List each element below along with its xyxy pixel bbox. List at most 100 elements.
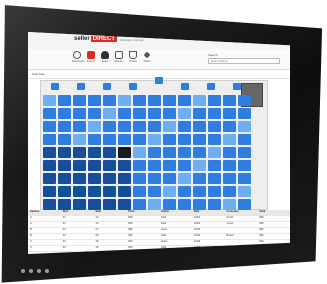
seat-cell[interactable] <box>238 173 251 184</box>
tool-admin-button[interactable]: Admin <box>142 51 152 67</box>
seat-cell[interactable] <box>73 160 86 171</box>
seat-cell[interactable] <box>118 95 131 106</box>
seat-cell[interactable] <box>43 173 56 184</box>
seat-cell[interactable] <box>178 173 191 184</box>
seat-header-cell[interactable] <box>233 83 241 90</box>
seat-cell[interactable] <box>163 173 176 184</box>
seat-cell[interactable] <box>43 186 56 197</box>
seat-cell[interactable] <box>73 121 86 132</box>
seat-cell[interactable] <box>163 121 176 132</box>
seat-header-cell[interactable] <box>103 83 111 90</box>
seat-cell[interactable] <box>148 95 161 106</box>
seat-cell[interactable] <box>88 108 101 119</box>
seat-cell[interactable] <box>223 108 236 119</box>
seat-cell[interactable] <box>58 173 71 184</box>
tool-reports-button[interactable]: Reports <box>114 51 124 67</box>
seat-cell[interactable] <box>133 108 146 119</box>
seat-cell[interactable] <box>193 147 206 158</box>
seat-cell[interactable] <box>73 186 86 197</box>
seat-cell[interactable] <box>103 186 116 197</box>
tool-orders-button[interactable]: Orders <box>128 51 138 67</box>
seat-cell[interactable] <box>88 147 101 158</box>
seat-cell[interactable] <box>193 199 206 210</box>
seat-cell[interactable] <box>103 199 116 210</box>
seat-header-cell[interactable] <box>207 83 215 90</box>
seat-cell[interactable] <box>58 147 71 158</box>
seat-cell[interactable] <box>118 173 131 184</box>
seat-cell[interactable] <box>58 121 71 132</box>
seat-cell[interactable] <box>148 147 161 158</box>
seat-cell[interactable] <box>148 134 161 145</box>
seat-cell[interactable] <box>88 186 101 197</box>
column-header[interactable]: Seat <box>94 210 127 215</box>
seat-cell[interactable] <box>193 95 206 106</box>
seat-cell[interactable] <box>73 147 86 158</box>
seat-cell[interactable] <box>238 199 251 210</box>
seat-cell[interactable] <box>193 121 206 132</box>
tool-seats-button[interactable]: Seats <box>100 51 110 67</box>
seat-cell[interactable] <box>103 108 116 119</box>
seat-cell[interactable] <box>118 134 131 145</box>
seat-cell[interactable] <box>148 199 161 210</box>
seat-cell[interactable] <box>223 147 236 158</box>
seat-cell[interactable] <box>103 95 116 106</box>
menu-button[interactable] <box>29 269 33 273</box>
column-header[interactable]: Total <box>257 210 290 215</box>
seat-cell[interactable] <box>133 147 146 158</box>
seat-cell[interactable] <box>88 121 101 132</box>
seat-cell[interactable] <box>103 134 116 145</box>
search-input[interactable]: Event Name <box>208 58 280 64</box>
seat-cell[interactable] <box>133 160 146 171</box>
seat-cell[interactable] <box>133 173 146 184</box>
seat-cell[interactable] <box>43 147 56 158</box>
seat-cell[interactable] <box>238 186 251 197</box>
seat-cell[interactable] <box>163 95 176 106</box>
seat-header-cell[interactable] <box>129 83 137 90</box>
seat-cell[interactable] <box>148 160 161 171</box>
seat-cell[interactable] <box>163 186 176 197</box>
seat-cell[interactable] <box>208 199 221 210</box>
column-header[interactable]: Status <box>159 210 192 215</box>
seat-cell[interactable] <box>103 121 116 132</box>
seat-cell[interactable] <box>223 121 236 132</box>
column-header[interactable]: Customer <box>225 210 258 215</box>
seat-cell[interactable] <box>133 95 146 106</box>
seat-cell[interactable] <box>88 160 101 171</box>
seat-cell[interactable] <box>88 134 101 145</box>
seat-cell[interactable] <box>178 108 191 119</box>
seat-cell[interactable] <box>148 108 161 119</box>
seat-cell[interactable] <box>208 173 221 184</box>
seat-cell[interactable] <box>193 108 206 119</box>
seat-cell[interactable] <box>118 147 131 158</box>
input-button[interactable] <box>45 269 49 273</box>
power-button[interactable] <box>21 269 25 273</box>
seat-cell[interactable] <box>238 134 251 145</box>
seat-cell[interactable] <box>58 199 71 210</box>
seat-cell[interactable] <box>88 95 101 106</box>
seat-cell[interactable] <box>193 160 206 171</box>
seat-cell[interactable] <box>178 160 191 171</box>
seat-cell[interactable] <box>238 160 251 171</box>
seat-cell[interactable] <box>58 95 71 106</box>
seat-cell[interactable] <box>58 160 71 171</box>
seat-cell[interactable] <box>178 121 191 132</box>
seat-cell[interactable] <box>88 199 101 210</box>
seat-cell[interactable] <box>73 173 86 184</box>
seat-cell[interactable] <box>223 173 236 184</box>
seat-cell[interactable] <box>178 186 191 197</box>
seat-cell[interactable] <box>163 160 176 171</box>
seat-cell[interactable] <box>163 134 176 145</box>
seat-cell[interactable] <box>73 95 86 106</box>
seat-cell[interactable] <box>43 160 56 171</box>
seat-cell[interactable] <box>208 95 221 106</box>
seat-cell[interactable] <box>193 134 206 145</box>
seat-cell[interactable] <box>43 95 56 106</box>
column-header[interactable]: Row <box>61 210 94 215</box>
seat-cell[interactable] <box>208 160 221 171</box>
seat-cell[interactable] <box>163 108 176 119</box>
tool-dashboard-button[interactable]: Dashboard <box>72 51 84 67</box>
seat-cell[interactable] <box>73 134 86 145</box>
seat-header-cell[interactable] <box>155 77 163 84</box>
seat-cell[interactable] <box>208 134 221 145</box>
seat-cell[interactable] <box>58 186 71 197</box>
